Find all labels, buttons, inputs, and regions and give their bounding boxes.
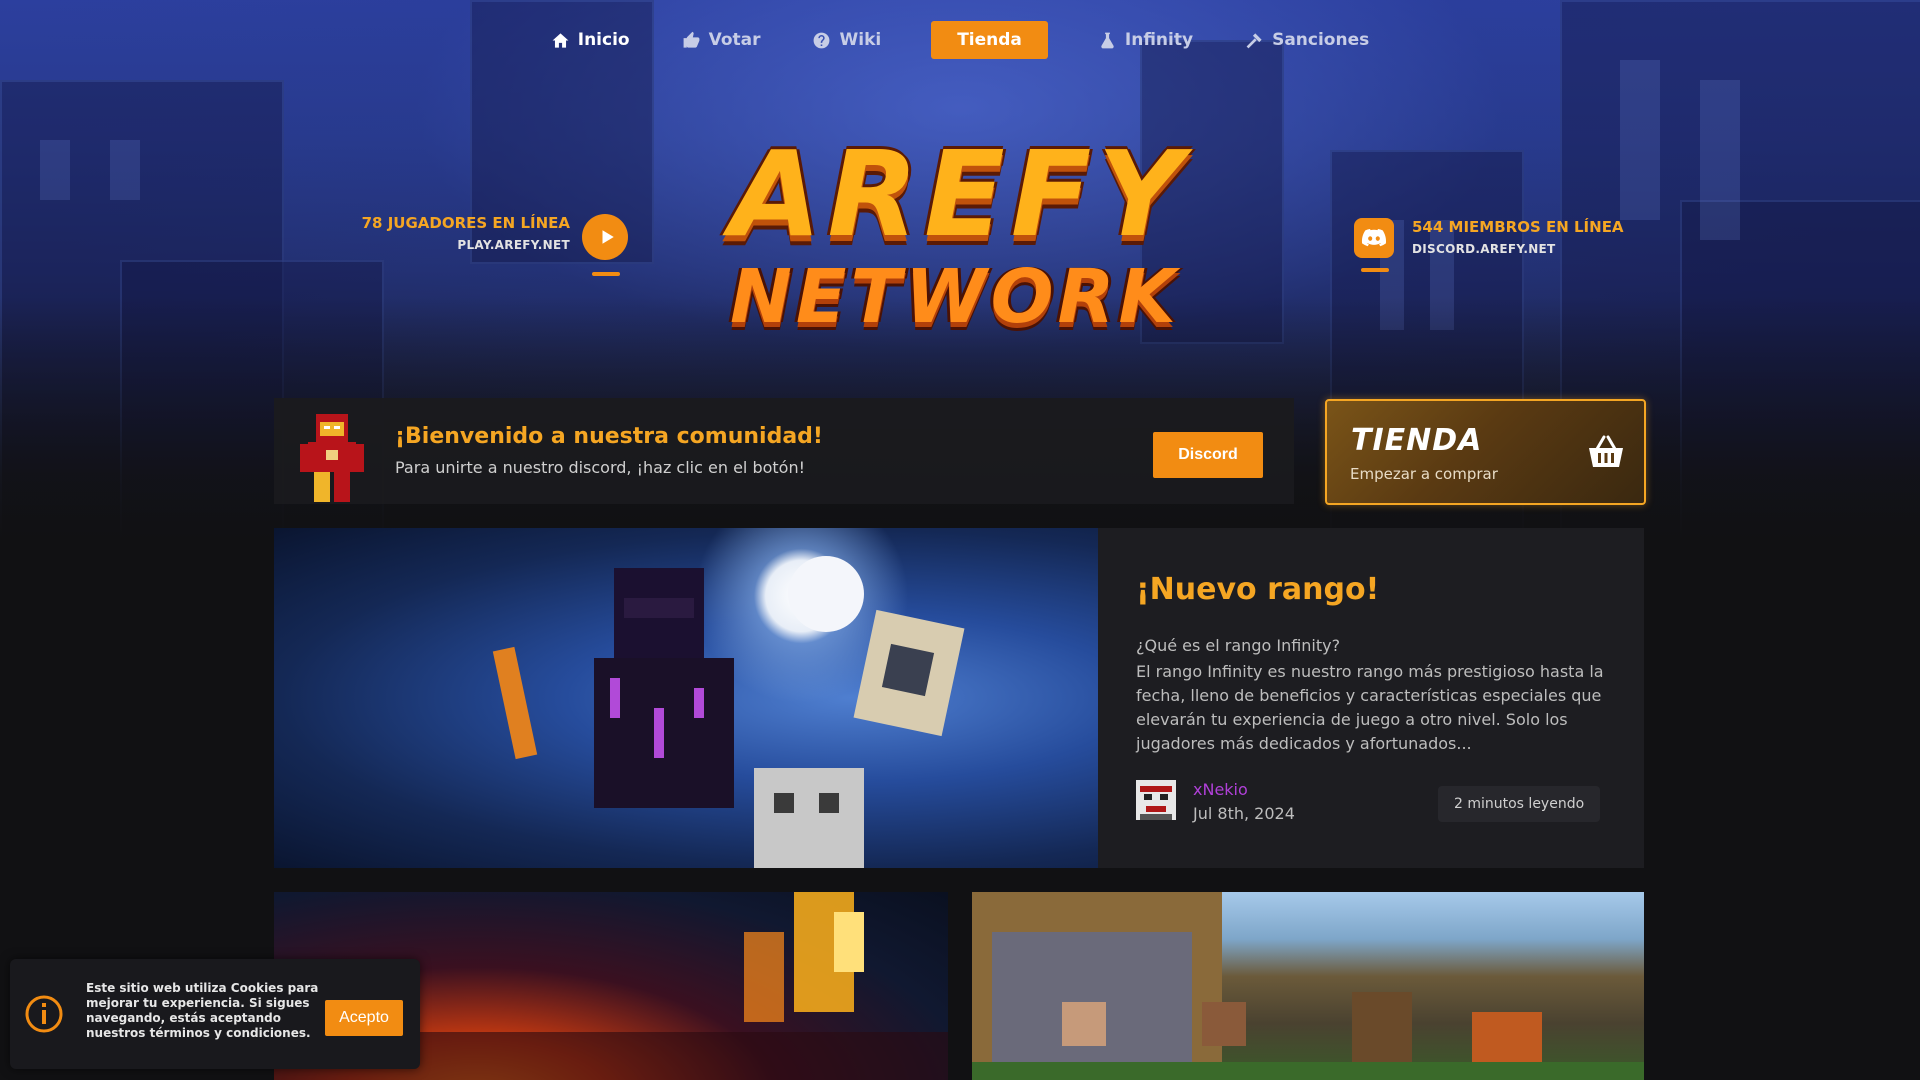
play-button[interactable]: [582, 214, 628, 260]
welcome-banner: ¡Bienvenido a nuestra comunidad! Para un…: [274, 398, 1294, 504]
nav-item-tienda[interactable]: Tienda: [931, 21, 1048, 59]
nav-label: Infinity: [1124, 30, 1194, 50]
shopping-basket-icon: [1589, 435, 1623, 467]
flask-icon: [1101, 32, 1114, 48]
hammer-icon: [1246, 32, 1262, 48]
nav-item-sanciones[interactable]: Sanciones: [1219, 21, 1395, 59]
iron-man-avatar: [300, 414, 364, 502]
shop-card-subtitle: Empezar a comprar: [1350, 465, 1498, 483]
discord-underline: [1361, 268, 1389, 272]
discord-members-online: 544 MIEMBROS EN LÍNEA: [1412, 218, 1624, 236]
post-excerpt: El rango Infinity es nuestro rango más p…: [1136, 662, 1604, 753]
thumbs-up-icon: [683, 31, 700, 48]
logo-line-1: AREFY: [730, 125, 1189, 263]
nav-label: Votar: [708, 30, 761, 50]
cookie-text: Este sitio web utiliza Cookies para mejo…: [86, 981, 319, 1040]
nav-item-inicio[interactable]: Inicio: [525, 21, 656, 59]
read-time-badge: 2 minutos leyendo: [1438, 786, 1601, 822]
shop-card-title: TIENDA: [1351, 423, 1483, 458]
shop-card[interactable]: TIENDA Empezar a comprar: [1325, 399, 1646, 505]
nav-label: Tienda: [957, 30, 1022, 50]
nav-label: Inicio: [577, 30, 630, 50]
post-question: ¿Qué es el rango Infinity?: [1136, 636, 1341, 655]
play-icon: [602, 230, 614, 244]
discord-status: 544 MIEMBROS EN LÍNEA DISCORD.AREFY.NET: [1412, 218, 1672, 256]
server-address[interactable]: PLAY.AREFY.NET: [330, 238, 570, 252]
question-icon: [814, 32, 830, 48]
nav-item-votar[interactable]: Votar: [656, 21, 787, 59]
discord-icon[interactable]: [1354, 218, 1394, 258]
accept-cookies-button[interactable]: Acepto: [325, 1000, 403, 1036]
server-status: 78 JUGADORES EN LÍNEA PLAY.AREFY.NET: [330, 214, 570, 252]
main-nav: Inicio Votar Wiki Tienda Infinity Sancio…: [0, 20, 1920, 60]
post-artwork: [492, 556, 965, 868]
post-title[interactable]: ¡Nuevo rango!: [1136, 572, 1379, 607]
site-logo[interactable]: AREFY NETWORK: [730, 135, 1190, 340]
discord-button[interactable]: Discord: [1153, 432, 1263, 478]
home-icon: [552, 32, 569, 48]
post-card-image: [972, 892, 1644, 1080]
info-icon: [25, 995, 63, 1033]
cookie-banner: Este sitio web utiliza Cookies para mejo…: [10, 959, 420, 1069]
discord-address[interactable]: DISCORD.AREFY.NET: [1412, 242, 1672, 256]
post-author[interactable]: xNekio: [1193, 780, 1248, 799]
nav-item-infinity[interactable]: Infinity: [1072, 21, 1219, 59]
nav-label: Wiki: [839, 30, 882, 50]
play-underline: [592, 272, 620, 276]
nav-item-wiki[interactable]: Wiki: [786, 21, 907, 59]
logo-line-2: NETWORK: [730, 254, 1180, 340]
post-card[interactable]: [972, 892, 1644, 1080]
post-image[interactable]: [274, 528, 1098, 868]
post-date: Jul 8th, 2024: [1193, 804, 1295, 823]
featured-post[interactable]: ¡Nuevo rango! ¿Qué es el rango Infinity?…: [274, 528, 1644, 868]
welcome-subtitle: Para unirte a nuestro discord, ¡haz clic…: [395, 458, 806, 477]
author-avatar: [1136, 780, 1176, 820]
nav-label: Sanciones: [1272, 30, 1370, 50]
welcome-title: ¡Bienvenido a nuestra comunidad!: [395, 424, 823, 449]
players-online: 78 JUGADORES EN LÍNEA: [361, 214, 570, 232]
